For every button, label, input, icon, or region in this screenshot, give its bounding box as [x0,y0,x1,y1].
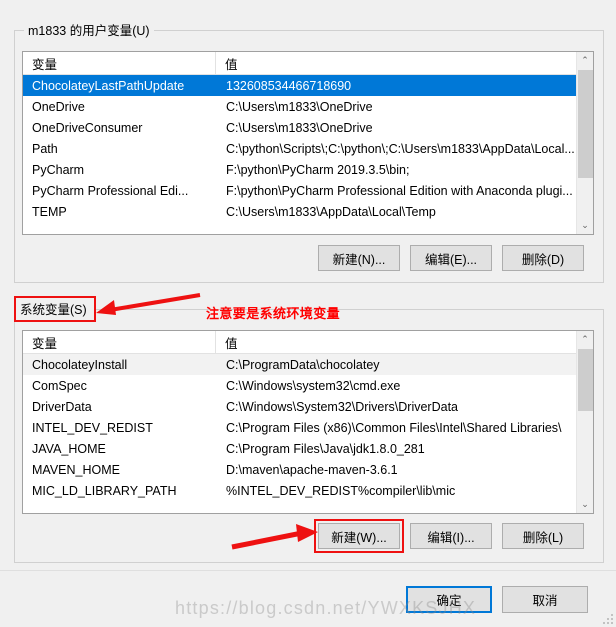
table-row[interactable]: Path C:\python\Scripts\;C:\python\;C:\Use… [23,138,593,159]
variable-value-cell: %INTEL_DEV_REDIST%compiler\lib\mic [226,483,456,498]
variable-name-cell: JAVA_HOME [32,441,106,456]
resize-grip[interactable] [601,612,613,624]
table-row[interactable]: PyCharm F:\python\PyCharm 2019.3.5\bin; [23,159,593,180]
table-row[interactable]: INTEL_DEV_REDIST C:\Program Files (x86)\C… [23,417,593,438]
table-row[interactable]: OneDrive C:\Users\m1833\OneDrive [23,96,593,117]
table-row[interactable]: PyCharm Professional Edi... F:\python\PyC… [23,180,593,201]
scroll-up-icon[interactable]: ⌃ [577,52,593,69]
table-row[interactable]: MIC_LD_LIBRARY_PATH %INTEL_DEV_REDIST%com… [23,480,593,501]
variable-name-cell: TEMP [32,204,67,219]
variable-name-cell: PyCharm [32,162,85,177]
variable-name-cell: ChocolateyInstall [32,357,128,372]
user-variables-group-title: m1833 的用户变量(U) [24,23,154,39]
variable-value-cell: C:\Users\m1833\AppData\Local\Temp [226,204,436,219]
system-list-body: ChocolateyInstall C:\ProgramData\chocolat… [23,354,593,513]
variable-value-cell: C:\ProgramData\chocolatey [226,357,380,372]
table-row[interactable]: ChocolateyLastPathUpdate 1326085344667186… [23,75,593,96]
variable-name-cell: ComSpec [32,378,87,393]
system-column-header-value[interactable]: 值 [216,331,593,353]
variable-name-cell: DriverData [32,399,92,414]
system-column-header-name[interactable]: 变量 [23,331,216,353]
variable-name-cell: OneDriveConsumer [32,120,143,135]
variable-value-cell: D:\maven\apache-maven-3.6.1 [226,462,398,477]
variable-value-cell: C:\python\Scripts\;C:\python\;C:\Users\m… [226,141,575,156]
user-new-button[interactable]: 新建(N)... [318,245,400,271]
user-delete-button[interactable]: 删除(D) [502,245,584,271]
system-variables-list[interactable]: 变量 值 ChocolateyInstall C:\ProgramData\cho… [22,330,594,514]
cancel-button[interactable]: 取消 [502,586,588,613]
variable-value-cell: C:\Users\m1833\OneDrive [226,120,373,135]
scrollbar-thumb[interactable] [578,349,593,411]
variable-name-cell: PyCharm Professional Edi... [32,183,189,198]
system-list-header: 变量 值 [23,331,593,354]
user-list-header: 变量 值 [23,52,593,75]
ok-button[interactable]: 确定 [406,586,492,613]
system-new-button[interactable]: 新建(W)... [318,523,400,549]
table-row[interactable]: JAVA_HOME C:\Program Files\Java\jdk1.8.0_… [23,438,593,459]
user-edit-button[interactable]: 编辑(E)... [410,245,492,271]
variable-value-cell: F:\python\PyCharm 2019.3.5\bin; [226,162,410,177]
variable-value-cell: F:\python\PyCharm Professional Edition w… [226,183,573,198]
system-list-scrollbar[interactable]: ⌃ ⌄ [576,331,593,513]
variable-name-cell: MAVEN_HOME [32,462,120,477]
system-variables-group-title: 系统变量(S) [20,303,87,317]
variable-name-cell: ChocolateyLastPathUpdate [32,78,185,93]
user-column-header-name[interactable]: 变量 [23,52,216,74]
variable-value-cell: C:\Windows\system32\cmd.exe [226,378,401,393]
table-row[interactable]: MAVEN_HOME D:\maven\apache-maven-3.6.1 [23,459,593,480]
system-delete-button[interactable]: 删除(L) [502,523,584,549]
variable-name-cell: OneDrive [32,99,85,114]
table-row[interactable]: OneDriveConsumer C:\Users\m1833\OneDrive [23,117,593,138]
scroll-up-icon[interactable]: ⌃ [577,331,593,348]
user-variables-list[interactable]: 变量 值 ChocolateyLastPathUpdate 13260853446… [22,51,594,235]
annotation-note-text: 注意要是系统环境变量 [206,306,341,321]
table-row[interactable]: DriverData C:\Windows\System32\Drivers\Dr… [23,396,593,417]
user-column-header-value[interactable]: 值 [216,52,593,74]
variable-name-cell: Path [32,141,58,156]
scroll-down-icon[interactable]: ⌄ [577,496,593,513]
variable-name-cell: INTEL_DEV_REDIST [32,420,153,435]
variable-value-cell: C:\Program Files (x86)\Common Files\Inte… [226,420,562,435]
scrollbar-thumb[interactable] [578,70,593,178]
variable-name-cell: MIC_LD_LIBRARY_PATH [32,483,177,498]
system-variables-group-title-highlight: 系统变量(S) [14,296,96,322]
table-row[interactable]: TEMP C:\Users\m1833\AppData\Local\Temp [23,201,593,222]
variable-value-cell: C:\Windows\System32\Drivers\DriverData [226,399,458,414]
variable-value-cell: C:\Users\m1833\OneDrive [226,99,373,114]
footer-separator [0,570,616,571]
variable-value-cell: 132608534466718690 [226,78,352,93]
system-edit-button[interactable]: 编辑(I)... [410,523,492,549]
table-row[interactable]: ChocolateyInstall C:\ProgramData\chocolat… [23,354,593,375]
table-row[interactable]: ComSpec C:\Windows\system32\cmd.exe [23,375,593,396]
user-list-scrollbar[interactable]: ⌃ ⌄ [576,52,593,234]
user-list-body: ChocolateyLastPathUpdate 1326085344667186… [23,75,593,234]
scroll-down-icon[interactable]: ⌄ [577,217,593,234]
variable-value-cell: C:\Program Files\Java\jdk1.8.0_281 [226,441,425,456]
